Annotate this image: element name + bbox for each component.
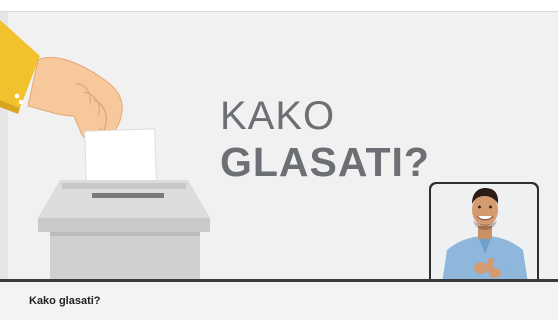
title-line-1: KAKO <box>220 94 336 138</box>
caption-text: Kako glasati? <box>29 295 101 307</box>
caption-bar: Kako glasati? <box>0 282 558 320</box>
ballot-illustration <box>0 20 210 280</box>
title-line-2: GLASATI? <box>220 139 430 185</box>
ballot-box-icon <box>38 180 210 280</box>
video-player[interactable]: KAKO GLASATI? Kako glasati? <box>0 0 558 320</box>
top-strip <box>0 0 558 12</box>
sign-language-window <box>427 180 541 302</box>
video-title: KAKO GLASATI? <box>220 96 450 183</box>
